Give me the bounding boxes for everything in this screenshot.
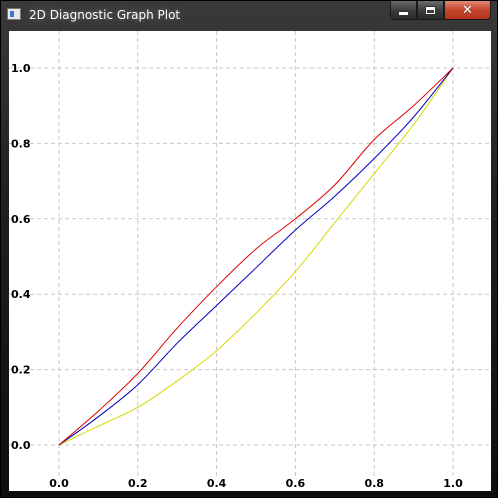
close-icon: ✕ bbox=[462, 2, 473, 18]
x-tick-label: 1.0 bbox=[443, 477, 463, 490]
y-tick-label: 0.4 bbox=[11, 288, 31, 301]
plot-area: 0.0 0.2 0.4 0.6 0.8 1.0 0.0 0.2 0.4 0.6 0.8 1.0 bbox=[9, 31, 491, 491]
y-tick-label: 0.8 bbox=[11, 137, 31, 150]
series-lines bbox=[58, 67, 454, 446]
app-window: 2D Diagnostic Graph Plot ✕ 0.0 0.2 0.4 0.6 0… bbox=[0, 0, 498, 498]
minimize-button[interactable] bbox=[390, 1, 417, 20]
app-icon[interactable] bbox=[7, 8, 21, 20]
y-tick-label: 0.0 bbox=[11, 439, 31, 452]
x-tick-label: 0.0 bbox=[49, 477, 69, 490]
series-line bbox=[58, 67, 454, 446]
close-button[interactable]: ✕ bbox=[444, 1, 491, 20]
x-tick-label: 0.6 bbox=[286, 477, 306, 490]
maximize-icon bbox=[425, 5, 436, 15]
series-line bbox=[58, 67, 454, 446]
window-title: 2D Diagnostic Graph Plot bbox=[29, 8, 181, 22]
x-tick-label: 0.4 bbox=[207, 477, 227, 490]
series-line bbox=[58, 67, 454, 446]
x-axis-ticks: 0.0 0.2 0.4 0.6 0.8 1.0 bbox=[49, 477, 463, 490]
y-tick-label: 0.6 bbox=[11, 213, 31, 226]
y-tick-label: 1.0 bbox=[11, 62, 31, 75]
x-tick-label: 0.8 bbox=[364, 477, 384, 490]
diagnostic-chart: 0.0 0.2 0.4 0.6 0.8 1.0 0.0 0.2 0.4 0.6 0.8 1.0 bbox=[9, 31, 491, 490]
title-bar[interactable]: 2D Diagnostic Graph Plot ✕ bbox=[1, 1, 497, 29]
x-tick-label: 0.2 bbox=[128, 477, 148, 490]
y-axis-ticks: 0.0 0.2 0.4 0.6 0.8 1.0 bbox=[11, 62, 31, 452]
maximize-button[interactable] bbox=[417, 1, 444, 20]
y-tick-label: 0.2 bbox=[11, 364, 31, 377]
minimize-icon bbox=[398, 10, 409, 16]
